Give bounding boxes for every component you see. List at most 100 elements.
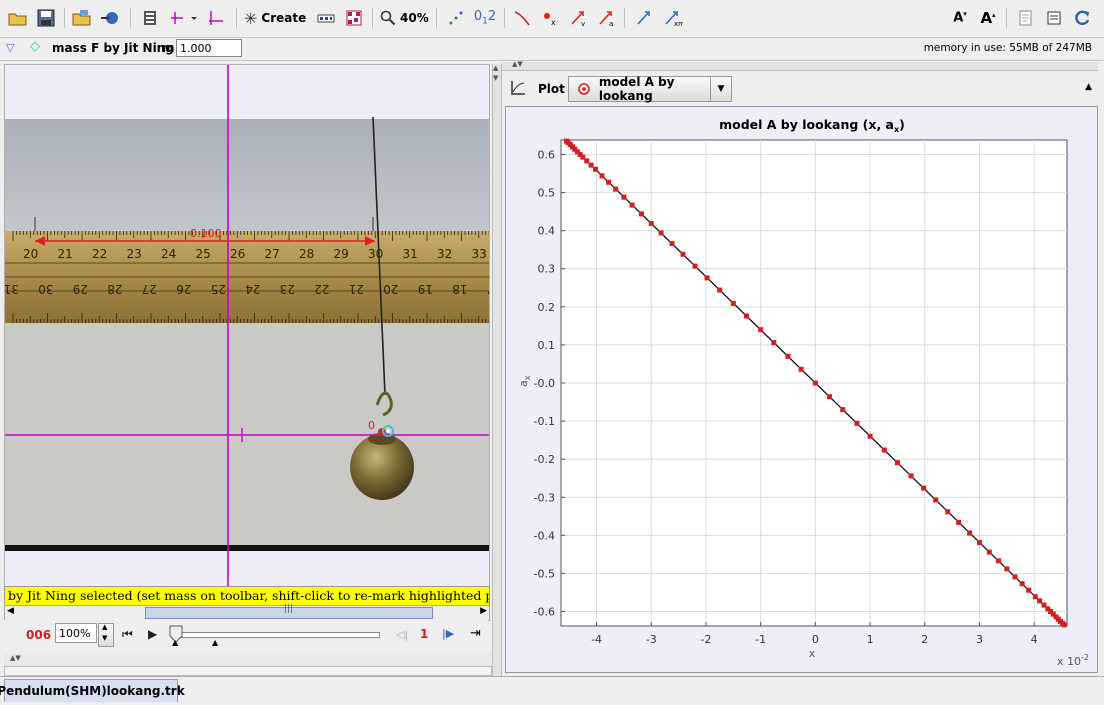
frame-counter[interactable]: 006 <box>26 628 51 642</box>
position-icon[interactable]: x <box>538 7 562 29</box>
data-point[interactable] <box>1019 581 1025 587</box>
track-dropdown-button[interactable]: ▼ <box>710 76 732 102</box>
font-smaller-icon[interactable]: A▾ <box>948 7 972 29</box>
data-point[interactable] <box>812 380 818 386</box>
points-icon[interactable] <box>444 7 468 29</box>
save-icon[interactable] <box>34 7 58 29</box>
coordinate-axes-icon[interactable] <box>168 7 200 29</box>
data-point[interactable] <box>692 263 698 269</box>
data-point[interactable] <box>730 300 736 306</box>
data-point[interactable] <box>798 366 804 372</box>
import-icon[interactable] <box>98 7 122 29</box>
video-frame[interactable]: 20 21 22 23 24 25 26 27 28 29 30 31 32 33 31 30 29 28 27 2… <box>5 65 489 587</box>
properties-icon[interactable] <box>1042 7 1066 29</box>
right-split-divider[interactable]: ▲▼ <box>502 60 1098 71</box>
xm-icon[interactable]: xm <box>660 7 686 29</box>
data-point[interactable] <box>658 230 664 236</box>
open-video-icon[interactable] <box>70 7 94 29</box>
data-point[interactable] <box>827 394 833 400</box>
data-point[interactable] <box>945 509 951 515</box>
data-point[interactable] <box>588 162 594 168</box>
scroll-left-icon[interactable]: ◀ <box>7 606 14 616</box>
data-point[interactable] <box>867 433 873 439</box>
data-point[interactable] <box>771 340 777 346</box>
data-point[interactable] <box>1061 622 1067 628</box>
rate-field[interactable] <box>55 623 97 643</box>
end-marker-icon[interactable]: ▲ <box>212 638 218 647</box>
plot-tab-label[interactable]: Plot <box>538 82 565 96</box>
data-point[interactable] <box>621 194 627 200</box>
step-size[interactable]: 1 <box>420 627 428 641</box>
clip-settings-icon[interactable] <box>138 7 162 29</box>
trails-icon[interactable] <box>342 7 366 29</box>
data-point[interactable] <box>1032 594 1038 600</box>
data-point[interactable] <box>1004 566 1010 572</box>
scroll-right-icon[interactable]: ▶ <box>480 606 487 616</box>
data-point[interactable] <box>717 287 723 293</box>
play-icon[interactable]: ▶ <box>148 627 157 641</box>
open-file-icon[interactable] <box>6 7 30 29</box>
time-slider-track[interactable] <box>172 632 380 638</box>
acceleration-icon[interactable]: a <box>594 7 618 29</box>
data-point[interactable] <box>606 179 612 185</box>
step-forward-icon[interactable]: |▶ <box>442 627 454 640</box>
data-point[interactable] <box>967 530 973 536</box>
lower-split-strip[interactable]: ▲▼ <box>4 654 492 676</box>
data-point[interactable] <box>584 158 590 164</box>
tracks-visible-icon[interactable] <box>314 7 338 29</box>
data-point[interactable] <box>881 447 887 453</box>
create-track-button[interactable]: ✳ Create <box>244 7 310 29</box>
data-point[interactable] <box>785 353 791 359</box>
step-back-icon[interactable]: ◁| <box>396 628 408 641</box>
path-icon[interactable] <box>510 7 534 29</box>
data-point[interactable] <box>758 327 764 333</box>
track-selector-button[interactable]: model A by lookang <box>568 75 732 103</box>
loop-icon[interactable]: ⇥ <box>470 626 481 641</box>
data-point[interactable] <box>613 186 619 192</box>
data-point[interactable] <box>648 220 654 226</box>
zoom-button[interactable]: 40% <box>380 7 430 29</box>
split-pane-divider[interactable]: ▲ ▼ <box>492 64 502 676</box>
data-point[interactable] <box>840 407 846 413</box>
data-point[interactable] <box>908 473 914 479</box>
start-marker-icon[interactable]: ▲ <box>172 638 178 647</box>
video-panel[interactable]: 20 21 22 23 24 25 26 27 28 29 30 31 32 33 31 30 29 28 27 2… <box>4 64 490 588</box>
mass-field[interactable] <box>176 39 242 57</box>
labels-icon[interactable]: 012 <box>472 7 498 29</box>
maximize-plot-icon[interactable]: ▲ <box>1085 82 1092 92</box>
data-point[interactable] <box>629 202 635 208</box>
data-point[interactable] <box>592 166 598 172</box>
data-point[interactable] <box>599 173 605 179</box>
collapse-triangle-icon[interactable]: ▽ <box>6 41 14 54</box>
data-point[interactable] <box>743 313 749 319</box>
data-point[interactable] <box>986 549 992 555</box>
data-point[interactable] <box>1037 598 1043 604</box>
data-point[interactable] <box>921 485 927 491</box>
xmass-icon[interactable] <box>632 7 656 29</box>
data-point[interactable] <box>854 420 860 426</box>
track-name-button[interactable]: mass F by Jit Ning <box>52 41 174 55</box>
font-larger-icon[interactable]: A▴ <box>976 7 1000 29</box>
data-point[interactable] <box>996 558 1002 564</box>
scroll-thumb[interactable]: ||| <box>145 604 433 619</box>
data-point[interactable] <box>680 251 686 257</box>
plot-chart[interactable]: model A by lookang (x, ax) -4 -3 -2 -1 0 1 2 3 4… <box>506 107 1097 672</box>
data-point[interactable] <box>638 211 644 217</box>
rate-spinner[interactable]: ▲ ▼ <box>98 623 114 647</box>
horizontal-scrollbar[interactable]: ||| ◀ ▶ <box>4 604 490 621</box>
data-point[interactable] <box>933 497 939 503</box>
data-point[interactable] <box>704 275 710 281</box>
velocity-icon[interactable]: v <box>566 7 590 29</box>
refresh-icon[interactable] <box>1070 7 1094 29</box>
notes-icon[interactable] <box>1014 7 1038 29</box>
calibration-icon[interactable] <box>204 7 228 29</box>
data-point[interactable] <box>1012 574 1018 580</box>
data-point[interactable] <box>1026 587 1032 593</box>
data-point[interactable] <box>669 241 675 247</box>
file-tab[interactable]: Pendulum(SHM)lookang.trk <box>0 679 185 702</box>
data-point[interactable] <box>894 460 900 466</box>
plot-panel[interactable]: model A by lookang (x, ax) -4 -3 -2 -1 0 1 2 3 4… <box>505 106 1098 673</box>
go-to-start-icon[interactable]: ⏮ <box>122 627 133 642</box>
data-point[interactable] <box>976 540 982 546</box>
data-point[interactable] <box>956 519 962 525</box>
